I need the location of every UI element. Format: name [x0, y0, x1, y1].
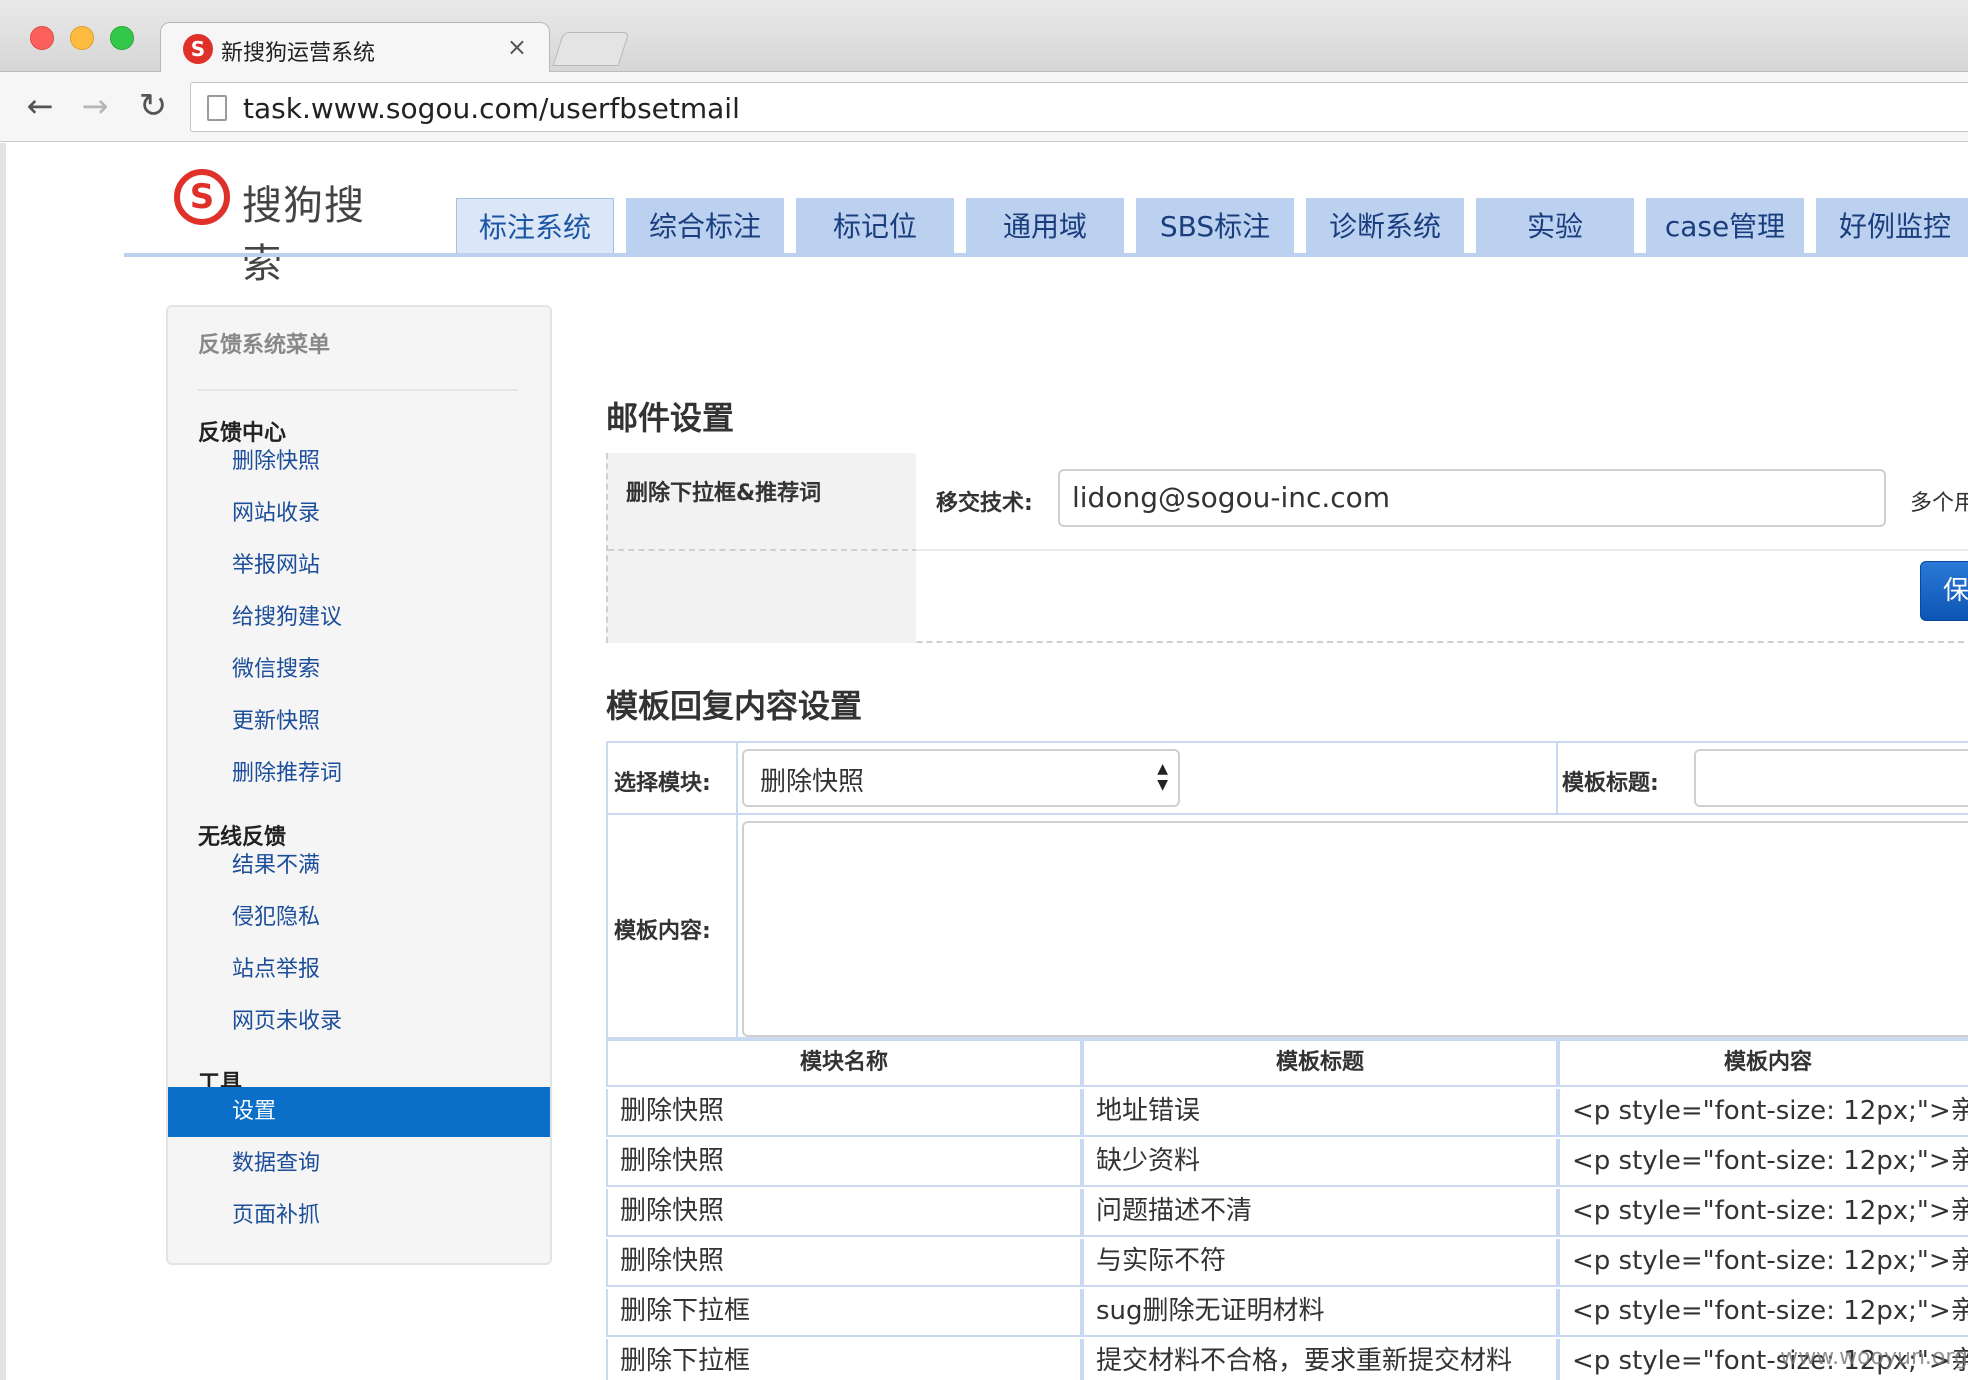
save-button[interactable]: 保 — [1920, 561, 1968, 621]
table-cell-module: 删除快照 — [606, 1139, 1082, 1187]
back-arrow-icon[interactable]: ← — [20, 86, 60, 126]
browser-toolbar: ← → ↻ task.www.sogou.com/userfbsetmail — [0, 72, 1968, 142]
tab-title: 新搜狗运营系统 — [221, 41, 376, 66]
sidebar-item-site-indexing[interactable]: 网站收录 — [168, 489, 550, 539]
template-settings-title: 模板回复内容设置 — [606, 687, 863, 725]
template-title-label: 模板标题: — [1562, 771, 1659, 796]
sidebar-item-update-snapshot[interactable]: 更新快照 — [168, 697, 550, 747]
nav-divider — [124, 253, 1968, 257]
sogou-favicon-icon: S — [183, 34, 213, 64]
table-cell-module: 删除快照 — [606, 1189, 1082, 1237]
template-title-input[interactable] — [1694, 749, 1968, 807]
sidebar-item-delete-recommend[interactable]: 删除推荐词 — [168, 749, 550, 799]
close-window-button[interactable] — [30, 26, 54, 50]
logo-text: 搜狗搜索 — [242, 183, 365, 287]
forward-arrow-icon[interactable]: → — [75, 86, 115, 126]
page-content: S 搜狗搜索 标注系统 综合标注 标记位 通用域 SBS标注 诊断系统 实验 c… — [0, 143, 1968, 1380]
sidebar-item-report-site[interactable]: 举报网站 — [168, 541, 550, 591]
maximize-window-button[interactable] — [110, 26, 134, 50]
sidebar-item-unsatisfied-results[interactable]: 结果不满 — [168, 841, 550, 891]
nav-tab-marker[interactable]: 标记位 — [796, 198, 954, 256]
select-arrows-icon: ▲ ▼ — [1157, 761, 1168, 793]
nav-tab-good-case-monitor[interactable]: 好例监控 — [1816, 198, 1968, 256]
browser-titlebar: S 新搜狗运营系统 × — [0, 0, 1968, 74]
table-cell-content: <p style="font-size: 12px;">亲爱 — [1558, 1289, 1968, 1337]
sidebar-item-suggestions[interactable]: 给搜狗建议 — [168, 593, 550, 643]
sidebar-item-settings[interactable]: 设置 — [168, 1087, 550, 1137]
table-row[interactable]: 删除快照 缺少资料 <p style="font-size: 12px;">亲爱 — [606, 1139, 1968, 1189]
table-row[interactable]: 删除快照 问题描述不清 <p style="font-size: 12px;">… — [606, 1189, 1968, 1239]
table-cell-title: 与实际不符 — [1082, 1239, 1558, 1287]
sidebar-item-page-recrawl[interactable]: 页面补抓 — [168, 1191, 550, 1241]
table-cell-content: <p style="font-size: 12px;">亲爱 — [1558, 1089, 1968, 1137]
table-row[interactable]: 删除下拉框 提交材料不合格，要求重新提交材料 <p style="font-si… — [606, 1339, 1968, 1380]
column-header-module: 模块名称 — [606, 1039, 1082, 1087]
table-cell-title: 缺少资料 — [1082, 1139, 1558, 1187]
select-module-label: 选择模块: — [614, 771, 711, 796]
mail-row-divider-right — [916, 549, 1968, 551]
transfer-tech-email-field[interactable]: lidong@sogou-inc.com — [1058, 469, 1886, 527]
reload-icon[interactable]: ↻ — [133, 86, 173, 126]
form-divider — [736, 743, 738, 1039]
sidebar: 反馈系统菜单 反馈中心 删除快照 网站收录 举报网站 给搜狗建议 微信搜索 更新… — [166, 305, 552, 1265]
minimize-window-button[interactable] — [70, 26, 94, 50]
sidebar-title: 反馈系统菜单 — [198, 333, 331, 358]
template-content-label: 模板内容: — [614, 919, 711, 944]
page-icon — [207, 95, 227, 121]
mail-row-label: 删除下拉框&推荐词 — [626, 481, 822, 506]
table-cell-module: 删除下拉框 — [606, 1289, 1082, 1337]
table-cell-content: <p style="font-size: 12px;">亲爱 — [1558, 1239, 1968, 1287]
table-row[interactable]: 删除快照 地址错误 <p style="font-size: 12px;">亲爱 — [606, 1089, 1968, 1139]
mail-row-divider — [608, 549, 918, 551]
nav-tab-sbs-label[interactable]: SBS标注 — [1136, 198, 1294, 256]
table-cell-module: 删除下拉框 — [606, 1339, 1082, 1380]
sidebar-item-wechat-search[interactable]: 微信搜索 — [168, 645, 550, 695]
table-row[interactable]: 删除下拉框 sug删除无证明材料 <p style="font-size: 12… — [606, 1289, 1968, 1339]
sogou-logo-icon: S — [174, 169, 230, 225]
watermark: www.wooyun.org — [1780, 1345, 1968, 1370]
tab-close-icon[interactable]: × — [507, 33, 527, 61]
table-cell-title: 地址错误 — [1082, 1089, 1558, 1137]
mail-row-label-cell: 删除下拉框&推荐词 — [606, 453, 918, 643]
mail-hint-text: 多个用 — [1910, 491, 1968, 516]
sidebar-item-page-not-indexed[interactable]: 网页未收录 — [168, 997, 550, 1047]
form-divider — [1556, 743, 1558, 813]
table-cell-content: <p style="font-size: 12px;">亲爱 — [1558, 1189, 1968, 1237]
nav-tab-diagnosis-system[interactable]: 诊断系统 — [1306, 198, 1464, 256]
sidebar-item-site-report[interactable]: 站点举报 — [168, 945, 550, 995]
browser-tab[interactable]: S 新搜狗运营系统 × — [160, 22, 550, 74]
mail-settings-title: 邮件设置 — [606, 399, 735, 437]
nav-tab-comprehensive-label[interactable]: 综合标注 — [626, 198, 784, 256]
table-header-row: 模块名称 模板标题 模板内容 — [606, 1039, 1968, 1089]
template-content-textarea[interactable] — [742, 821, 1968, 1037]
module-select[interactable]: 删除快照 ▲ ▼ — [742, 749, 1180, 807]
module-select-value: 删除快照 — [760, 767, 865, 797]
url-text[interactable]: task.www.sogou.com/userfbsetmail — [243, 92, 740, 125]
table-cell-module: 删除快照 — [606, 1239, 1082, 1287]
address-bar[interactable]: task.www.sogou.com/userfbsetmail — [190, 82, 1968, 132]
column-header-content: 模板内容 — [1558, 1039, 1968, 1087]
sidebar-item-data-query[interactable]: 数据查询 — [168, 1139, 550, 1189]
new-tab-button[interactable] — [552, 32, 630, 66]
transfer-tech-label: 移交技术: — [936, 491, 1033, 516]
table-cell-title: 提交材料不合格，要求重新提交材料 — [1082, 1339, 1558, 1380]
column-header-title: 模板标题 — [1082, 1039, 1558, 1087]
table-cell-module: 删除快照 — [606, 1089, 1082, 1137]
sogou-logo[interactable]: S 搜狗搜索 — [174, 169, 404, 287]
mail-settings-table: 删除下拉框&推荐词 移交技术: lidong@sogou-inc.com 多个用… — [606, 453, 1968, 643]
nav-tab-general-domain[interactable]: 通用域 — [966, 198, 1124, 256]
table-row[interactable]: 删除快照 与实际不符 <p style="font-size: 12px;">亲… — [606, 1239, 1968, 1289]
form-divider — [608, 813, 1968, 815]
nav-tab-experiment[interactable]: 实验 — [1476, 198, 1634, 256]
nav-tab-label-system[interactable]: 标注系统 — [456, 198, 614, 256]
table-cell-title: sug删除无证明材料 — [1082, 1289, 1558, 1337]
sidebar-divider — [198, 389, 518, 391]
table-cell-title: 问题描述不清 — [1082, 1189, 1558, 1237]
table-cell-content: <p style="font-size: 12px;">亲爱 — [1558, 1139, 1968, 1187]
sidebar-item-delete-snapshot[interactable]: 删除快照 — [168, 437, 550, 487]
template-form: 选择模块: 删除快照 ▲ ▼ 模板标题: 模板内容: — [606, 741, 1968, 1039]
sidebar-item-privacy[interactable]: 侵犯隐私 — [168, 893, 550, 943]
nav-tab-case-management[interactable]: case管理 — [1646, 198, 1804, 256]
